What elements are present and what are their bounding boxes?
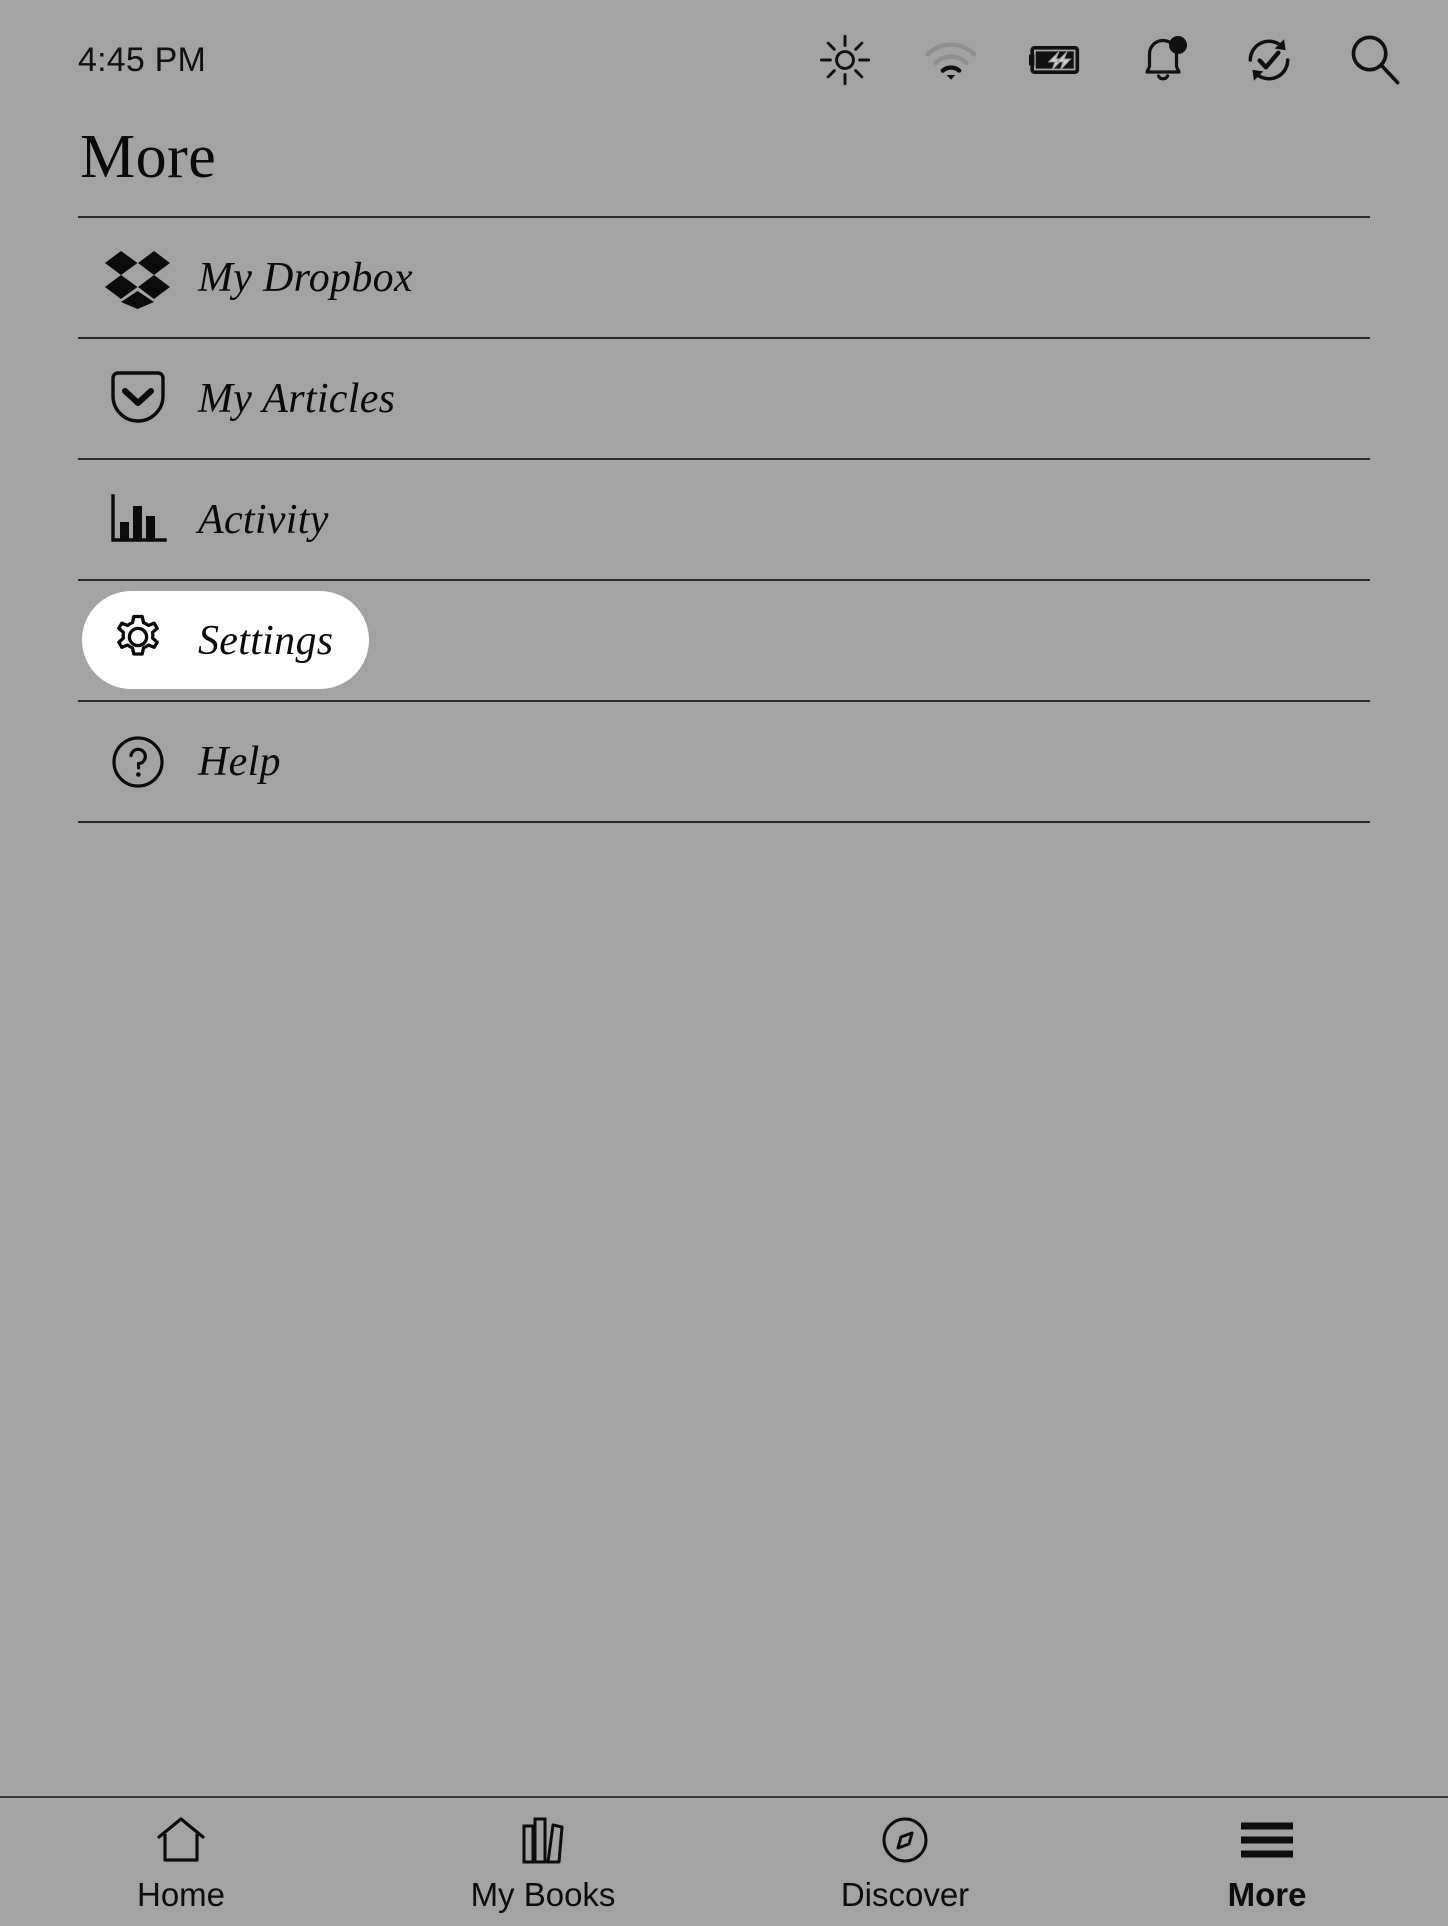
pocket-icon <box>78 368 198 430</box>
more-menu-list: My Dropbox My Articles Activity <box>78 216 1370 823</box>
wifi-icon[interactable] <box>923 32 979 88</box>
activity-icon <box>78 492 198 548</box>
hamburger-icon <box>1237 1812 1297 1868</box>
nav-item-discover[interactable]: Discover <box>724 1812 1086 1914</box>
nav-item-label: Home <box>137 1876 225 1914</box>
status-bar-icons <box>817 32 1403 88</box>
menu-item-my-articles[interactable]: My Articles <box>78 339 1370 458</box>
menu-item-label: My Dropbox <box>198 254 413 302</box>
menu-item-label: My Articles <box>198 375 395 423</box>
bottom-navigation: Home My Books Discover <box>0 1796 1448 1926</box>
gear-icon <box>78 610 198 672</box>
nav-item-label: Discover <box>841 1876 969 1914</box>
menu-item-my-dropbox[interactable]: My Dropbox <box>78 218 1370 337</box>
status-bar: 4:45 PM <box>0 0 1448 120</box>
brightness-icon[interactable] <box>817 32 873 88</box>
menu-item-activity[interactable]: Activity <box>78 460 1370 579</box>
battery-charging-icon <box>1029 32 1085 88</box>
menu-item-label: Settings <box>198 617 333 665</box>
books-icon <box>517 1812 569 1868</box>
help-icon <box>78 733 198 791</box>
menu-item-help[interactable]: Help <box>78 702 1370 821</box>
sync-icon[interactable] <box>1241 32 1297 88</box>
nav-item-label: More <box>1228 1876 1307 1914</box>
nav-item-my-books[interactable]: My Books <box>362 1812 724 1914</box>
dropbox-icon <box>78 247 198 309</box>
status-time: 4:45 PM <box>78 41 206 80</box>
home-icon <box>155 1812 207 1868</box>
menu-item-label: Activity <box>198 496 329 544</box>
menu-item-settings[interactable]: Settings <box>78 581 1370 700</box>
notifications-bell-icon[interactable] <box>1135 32 1191 88</box>
search-icon[interactable] <box>1347 32 1403 88</box>
list-divider-bottom <box>78 821 1370 823</box>
nav-item-home[interactable]: Home <box>0 1812 362 1914</box>
menu-item-label: Help <box>198 738 281 786</box>
page-title: More <box>0 120 1448 216</box>
nav-item-label: My Books <box>471 1876 616 1914</box>
compass-icon <box>880 1812 930 1868</box>
nav-item-more[interactable]: More <box>1086 1812 1448 1914</box>
